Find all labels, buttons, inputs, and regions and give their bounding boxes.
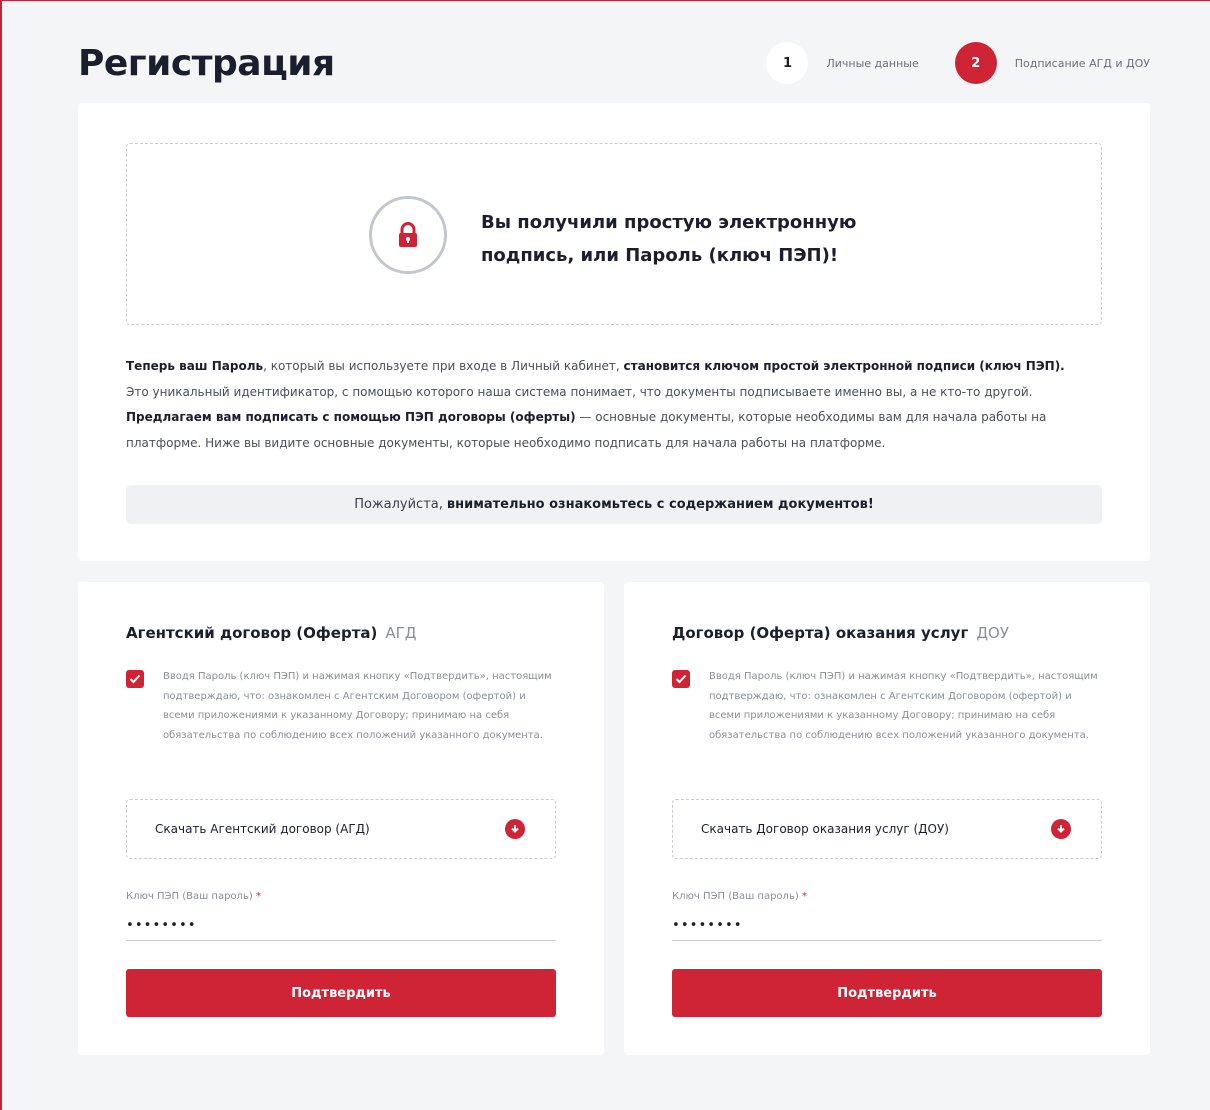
step-label: Подписание АГД и ДОУ [1014, 56, 1150, 70]
page-header: Регистрация 1 Личные данные 2 Подписание… [78, 38, 1150, 88]
agent-agreement-card: Агентский договор (Оферта) АГД Вводя Паро… [78, 582, 604, 1055]
download-icon[interactable] [1051, 819, 1071, 839]
notice-box: Вы получили простую электронную подпись,… [126, 143, 1102, 325]
doc-title-text: Агентский договор (Оферта) [126, 624, 378, 642]
required-mark: * [801, 891, 807, 902]
description-bold: Предлагаем вам подписать с помощью ПЭП д… [126, 410, 576, 424]
description-bold: Теперь ваш Пароль [126, 359, 264, 373]
download-label: Скачать Агентский договор (АГД) [155, 822, 370, 836]
consent-checkbox[interactable] [672, 670, 690, 688]
description-bold: становится ключом простой электронной по… [623, 359, 1065, 373]
attention-bold: внимательно ознакомьтесь с содержанием д… [446, 497, 874, 512]
registration-stepper: 1 Личные данные 2 Подписание АГД и ДОУ [766, 42, 1150, 84]
confirm-button[interactable]: Подтвердить [126, 969, 556, 1017]
consent-text: Вводя Пароль (ключ ПЭП) и нажимая кнопку… [163, 671, 552, 741]
step-label: Личные данные [826, 56, 919, 70]
notice-title: Вы получили простую электронную подпись,… [481, 206, 921, 272]
download-agd-link[interactable]: Скачать Агентский договор (АГД) [126, 799, 556, 859]
key-label-text: Ключ ПЭП (Ваш пароль) [126, 891, 253, 902]
key-pep-input[interactable] [126, 907, 556, 941]
description-span: Это уникальный идентификатор, с помощью … [126, 384, 1033, 399]
confirm-button[interactable]: Подтвердить [672, 969, 1102, 1017]
consent-text: Вводя Пароль (ключ ПЭП) и нажимая кнопку… [709, 671, 1098, 741]
doc-title: Договор (Оферта) оказания услуг ДОУ [672, 624, 1009, 642]
download-dou-link[interactable]: Скачать Договор оказания услуг (ДОУ) [672, 799, 1102, 859]
lock-icon [399, 222, 417, 247]
step-number: 2 [954, 42, 997, 84]
check-icon [129, 674, 141, 684]
key-label: Ключ ПЭП (Ваш пароль) * [126, 891, 261, 902]
doc-abbr: ДОУ [976, 624, 1009, 642]
required-mark: * [255, 891, 261, 902]
page-title: Регистрация [78, 42, 335, 84]
lock-icon-circle [369, 196, 447, 274]
attention-text: Пожалуйста, [354, 497, 443, 512]
attention-banner: Пожалуйста, внимательно ознакомьтесь с со… [126, 485, 1102, 524]
consent-checkbox[interactable] [126, 670, 144, 688]
key-pep-input[interactable] [672, 907, 1102, 941]
download-icon[interactable] [505, 819, 525, 839]
description-span: , который вы используете при входе в Лич… [263, 359, 624, 373]
key-label-text: Ключ ПЭП (Ваш пароль) [672, 891, 799, 902]
doc-abbr: АГД [385, 624, 417, 642]
doc-title-text: Договор (Оферта) оказания услуг [672, 624, 969, 642]
step-number: 1 [766, 42, 809, 84]
signature-info-card: Вы получили простую электронную подпись,… [78, 103, 1150, 561]
description-text: Теперь ваш Пароль, который вы использует… [126, 354, 1102, 456]
key-label: Ключ ПЭП (Ваш пароль) * [672, 891, 807, 902]
services-agreement-card: Договор (Оферта) оказания услуг ДОУ Вводя… [624, 582, 1150, 1055]
step-personal-data[interactable]: 1 Личные данные [766, 42, 919, 84]
notice-title-line: Вы получили простую электронную [481, 212, 857, 233]
doc-title: Агентский договор (Оферта) АГД [126, 624, 417, 642]
notice-title-line: подпись, или Пароль (ключ ПЭП)! [481, 245, 839, 266]
download-label: Скачать Договор оказания услуг (ДОУ) [701, 822, 949, 836]
check-icon [675, 674, 687, 684]
step-signing[interactable]: 2 Подписание АГД и ДОУ [954, 42, 1150, 84]
